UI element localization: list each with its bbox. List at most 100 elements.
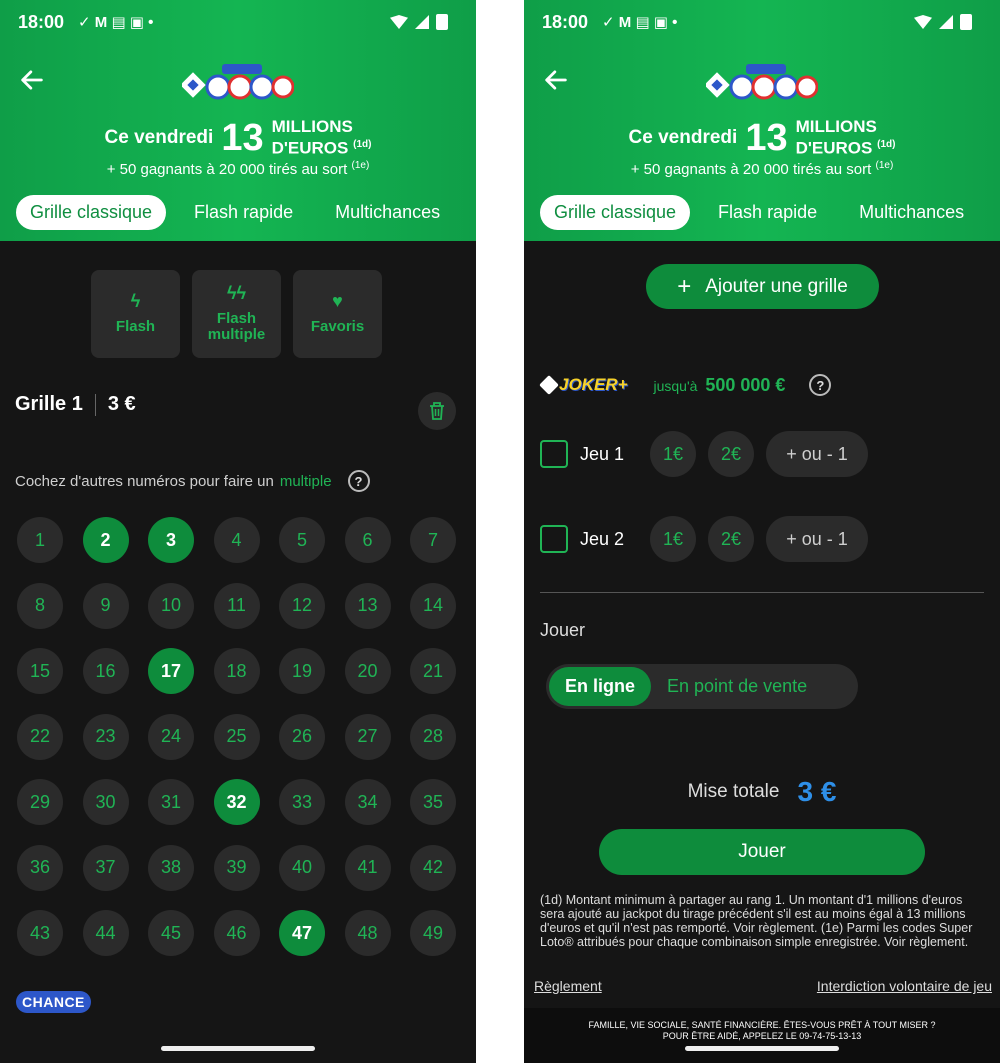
- number-ball[interactable]: 14: [410, 582, 456, 629]
- chance-logo: CHANCE: [16, 991, 91, 1013]
- number-ball[interactable]: 21: [410, 648, 456, 694]
- number-ball[interactable]: 47: [279, 910, 325, 956]
- number-ball[interactable]: 6: [344, 517, 391, 563]
- number-ball[interactable]: 40: [279, 844, 325, 891]
- number-ball[interactable]: 19: [279, 648, 325, 694]
- number-ball[interactable]: 43: [17, 910, 63, 956]
- mise-value: 3 €: [797, 776, 837, 807]
- number-ball[interactable]: 23: [82, 713, 129, 760]
- jeu-2-option-1[interactable]: 1€: [650, 516, 696, 562]
- back-arrow-icon[interactable]: [18, 66, 46, 94]
- mise-label: Mise totale: [687, 781, 780, 802]
- number-ball[interactable]: 39: [213, 844, 260, 891]
- number-ball[interactable]: 27: [344, 713, 391, 760]
- number-ball[interactable]: 3: [148, 517, 194, 563]
- add-grid-button[interactable]: + Ajouter une grille: [646, 264, 879, 309]
- jeu-1-checkbox[interactable]: [540, 440, 568, 468]
- number-ball[interactable]: 10: [148, 582, 194, 629]
- jeu-1-option-2[interactable]: 2€: [708, 431, 754, 477]
- joker-amount-text: jusqu'à 500 000 €: [654, 375, 786, 396]
- number-ball[interactable]: 4: [213, 517, 260, 563]
- tab-flash-rapide[interactable]: Flash rapide: [704, 195, 831, 230]
- number-ball[interactable]: 20: [344, 648, 391, 694]
- number-ball[interactable]: 38: [148, 844, 194, 891]
- multiple-link[interactable]: multiple: [280, 473, 332, 490]
- gesture-bar[interactable]: [161, 1046, 315, 1051]
- self-exclusion-link[interactable]: Interdiction volontaire de jeu: [817, 978, 992, 994]
- number-ball[interactable]: 46: [213, 910, 260, 956]
- number-ball[interactable]: 18: [213, 648, 260, 694]
- number-ball[interactable]: 8: [17, 582, 63, 629]
- number-ball[interactable]: 45: [148, 910, 194, 956]
- jeu-1-option-plus-minus[interactable]: + ou - 1: [766, 431, 868, 477]
- number-ball[interactable]: 25: [213, 713, 260, 760]
- number-ball[interactable]: 5: [279, 517, 325, 563]
- number-ball[interactable]: 16: [82, 648, 129, 694]
- number-ball[interactable]: 26: [279, 713, 325, 760]
- number-ball[interactable]: 41: [344, 844, 391, 891]
- favoris-button[interactable]: ♥ Favoris: [293, 270, 382, 358]
- joker-amount: 500 000 €: [705, 374, 786, 395]
- number-ball[interactable]: 29: [17, 779, 63, 825]
- status-time: 18:00: [18, 11, 65, 32]
- jeu-2-checkbox[interactable]: [540, 525, 568, 553]
- rules-link[interactable]: Règlement: [534, 978, 602, 994]
- number-ball[interactable]: 32: [213, 779, 260, 825]
- number-ball[interactable]: 9: [82, 582, 129, 629]
- jeu-1-option-1[interactable]: 1€: [650, 431, 696, 477]
- number-ball[interactable]: 36: [17, 844, 63, 891]
- number-ball[interactable]: 35: [410, 779, 456, 825]
- play-button[interactable]: Jouer: [599, 829, 925, 875]
- number-ball[interactable]: 15: [17, 648, 63, 694]
- help-icon[interactable]: ?: [809, 374, 832, 396]
- number-ball[interactable]: 49: [410, 910, 456, 956]
- tab-grille-classique[interactable]: Grille classique: [540, 195, 691, 230]
- jackpot-unit-line1: MILLIONS: [795, 117, 877, 136]
- number-ball[interactable]: 31: [148, 779, 194, 825]
- mode-store-option[interactable]: En point de vente: [651, 667, 823, 706]
- number-ball[interactable]: 1: [17, 517, 63, 563]
- number-ball[interactable]: 37: [82, 844, 129, 891]
- number-ball[interactable]: 12: [279, 582, 325, 629]
- number-ball[interactable]: 22: [17, 713, 63, 760]
- number-ball[interactable]: 11: [213, 582, 260, 629]
- jackpot-amount: 13: [745, 116, 788, 159]
- number-ball[interactable]: 24: [148, 713, 194, 760]
- subline-text: + 50 gagnants à 20 000 tirés au sort: [630, 160, 872, 178]
- help-icon[interactable]: ?: [347, 470, 370, 492]
- number-ball[interactable]: 30: [82, 779, 129, 825]
- number-ball[interactable]: 7: [410, 517, 456, 563]
- number-ball[interactable]: 42: [410, 844, 456, 891]
- number-ball[interactable]: 13: [344, 582, 391, 629]
- flash-multiple-label: Flash multiple: [207, 310, 266, 343]
- warning-line-2: POUR ÊTRE AIDÉ, APPELEZ LE 09-74-75-13-1…: [662, 1031, 862, 1041]
- gambling-warning: FAMILLE, VIE SOCIALE, SANTÉ FINANCIÈRE. …: [524, 1008, 1000, 1063]
- flash-multiple-button[interactable]: ϟϟ Flash multiple: [192, 270, 281, 358]
- number-ball[interactable]: 17: [148, 648, 194, 694]
- footer-links: Règlement Interdiction volontaire de jeu: [534, 978, 992, 994]
- tab-flash-rapide[interactable]: Flash rapide: [180, 195, 307, 230]
- delete-grid-button[interactable]: [418, 392, 456, 430]
- tab-multichances[interactable]: Multichances: [845, 195, 978, 230]
- number-ball[interactable]: 44: [82, 910, 129, 956]
- mode-online-option[interactable]: En ligne: [549, 667, 652, 706]
- multiple-hint: Cochez d'autres numéros pour faire un mu…: [15, 470, 370, 492]
- jeu-2-option-2[interactable]: 2€: [708, 516, 754, 562]
- grid-header: Grille 1 3 €: [15, 393, 136, 416]
- tab-multichances[interactable]: Multichances: [321, 195, 454, 230]
- back-arrow-icon[interactable]: [542, 66, 570, 94]
- number-ball[interactable]: 2: [82, 517, 129, 563]
- number-ball[interactable]: 33: [279, 779, 325, 825]
- joker-logo-text: JOKER+: [559, 375, 628, 394]
- hint-text: Cochez d'autres numéros pour faire un: [15, 472, 274, 490]
- gesture-bar[interactable]: [685, 1046, 839, 1051]
- number-ball[interactable]: 34: [344, 779, 391, 825]
- number-ball[interactable]: 28: [410, 713, 456, 760]
- number-grid: 1 2 3 4 5 6 7 8 9 10 11 12 13 14 15 16 17 18 19 20 21 22 23 24 2…: [17, 517, 456, 956]
- jeu-2-option-plus-minus[interactable]: + ou - 1: [766, 516, 868, 562]
- tab-grille-classique[interactable]: Grille classique: [16, 195, 167, 230]
- number-ball[interactable]: 48: [344, 910, 391, 956]
- status-bar: 18:00 ✓ M ▤ ▣ •: [18, 10, 448, 34]
- tab-bar: Grille classique Flash rapide Multichanc…: [540, 195, 978, 230]
- flash-button[interactable]: ϟ Flash: [91, 270, 180, 358]
